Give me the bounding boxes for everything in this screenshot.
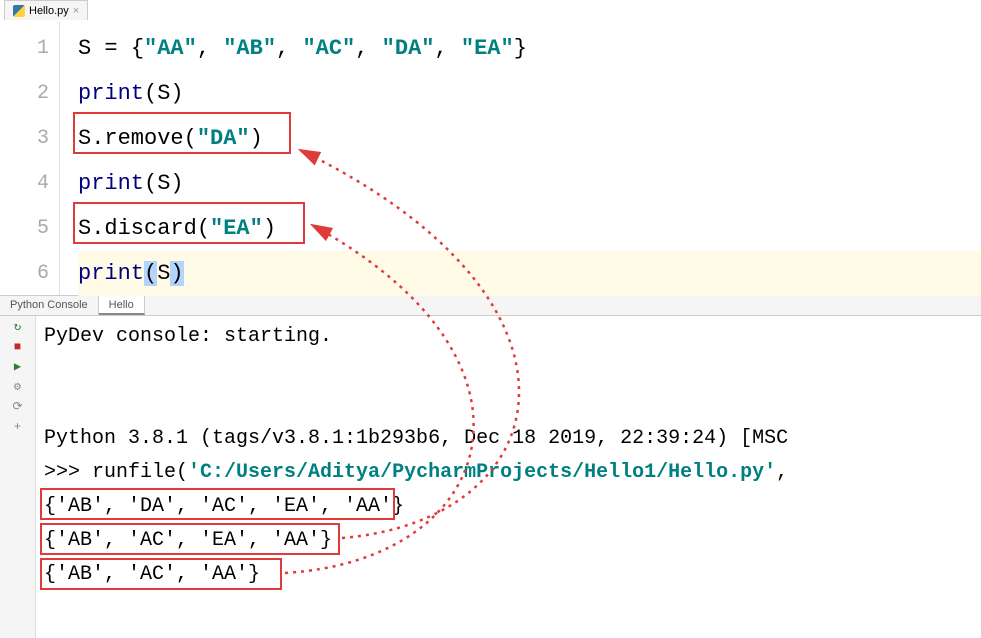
tab-python-console[interactable]: Python Console	[0, 296, 99, 315]
close-icon[interactable]: ×	[73, 5, 79, 17]
python-file-icon	[13, 5, 25, 17]
console-output[interactable]: PyDev console: starting. Python 3.8.1 (t…	[36, 316, 981, 638]
console-version: Python 3.8.1 (tags/v3.8.1:1b293b6, Dec 1…	[44, 422, 973, 456]
console-output-1: {'AB', 'DA', 'AC', 'EA', 'AA'}	[44, 490, 973, 524]
code-line-2[interactable]: print(S)	[78, 71, 981, 116]
line-number: 2	[0, 71, 49, 116]
console-toolbar: ↻ ■ ▶ ⚙ ⟳ +	[0, 316, 36, 638]
line-number: 3	[0, 116, 49, 161]
tab-run-hello[interactable]: Hello	[99, 296, 145, 315]
add-icon[interactable]: +	[11, 420, 25, 434]
code-line-4[interactable]: print(S)	[78, 161, 981, 206]
console-banner: PyDev console: starting.	[44, 320, 973, 354]
debug-icon[interactable]: ⚙	[11, 380, 25, 394]
play-icon[interactable]: ▶	[11, 360, 25, 374]
line-number: 1	[0, 26, 49, 71]
code-line-5[interactable]: S.discard("EA")	[78, 206, 981, 251]
line-number: 4	[0, 161, 49, 206]
line-gutter: 1 2 3 4 5 6	[0, 22, 60, 295]
code-line-6[interactable]: print(S)	[78, 251, 981, 296]
console-tabs: Python Console Hello	[0, 296, 981, 316]
code-line-3[interactable]: S.remove("DA")	[78, 116, 981, 161]
console-pane: Python Console Hello ↻ ■ ▶ ⚙ ⟳ + PyDev c…	[0, 296, 981, 638]
console-output-2: {'AB', 'AC', 'EA', 'AA'}	[44, 524, 973, 558]
editor-pane: Hello.py × 1 2 3 4 5 6 S = {"AA", "AB", …	[0, 0, 981, 296]
console-runfile: >>> runfile('C:/Users/Aditya/PycharmProj…	[44, 456, 973, 490]
stop-icon[interactable]: ■	[11, 340, 25, 354]
code-area[interactable]: 1 2 3 4 5 6 S = {"AA", "AB", "AC", "DA",…	[0, 22, 981, 295]
code-lines[interactable]: S = {"AA", "AB", "AC", "DA", "EA"} print…	[60, 22, 981, 295]
file-tab[interactable]: Hello.py ×	[4, 0, 88, 20]
console-blank	[44, 354, 973, 388]
link-icon[interactable]: ⟳	[11, 400, 25, 414]
console-output-3: {'AB', 'AC', 'AA'}	[44, 558, 973, 592]
line-number: 5	[0, 206, 49, 251]
line-number: 6	[0, 251, 49, 296]
console-blank	[44, 388, 973, 422]
code-line-1[interactable]: S = {"AA", "AB", "AC", "DA", "EA"}	[78, 26, 981, 71]
rerun-icon[interactable]: ↻	[11, 320, 25, 334]
file-tab-label: Hello.py	[29, 5, 69, 17]
